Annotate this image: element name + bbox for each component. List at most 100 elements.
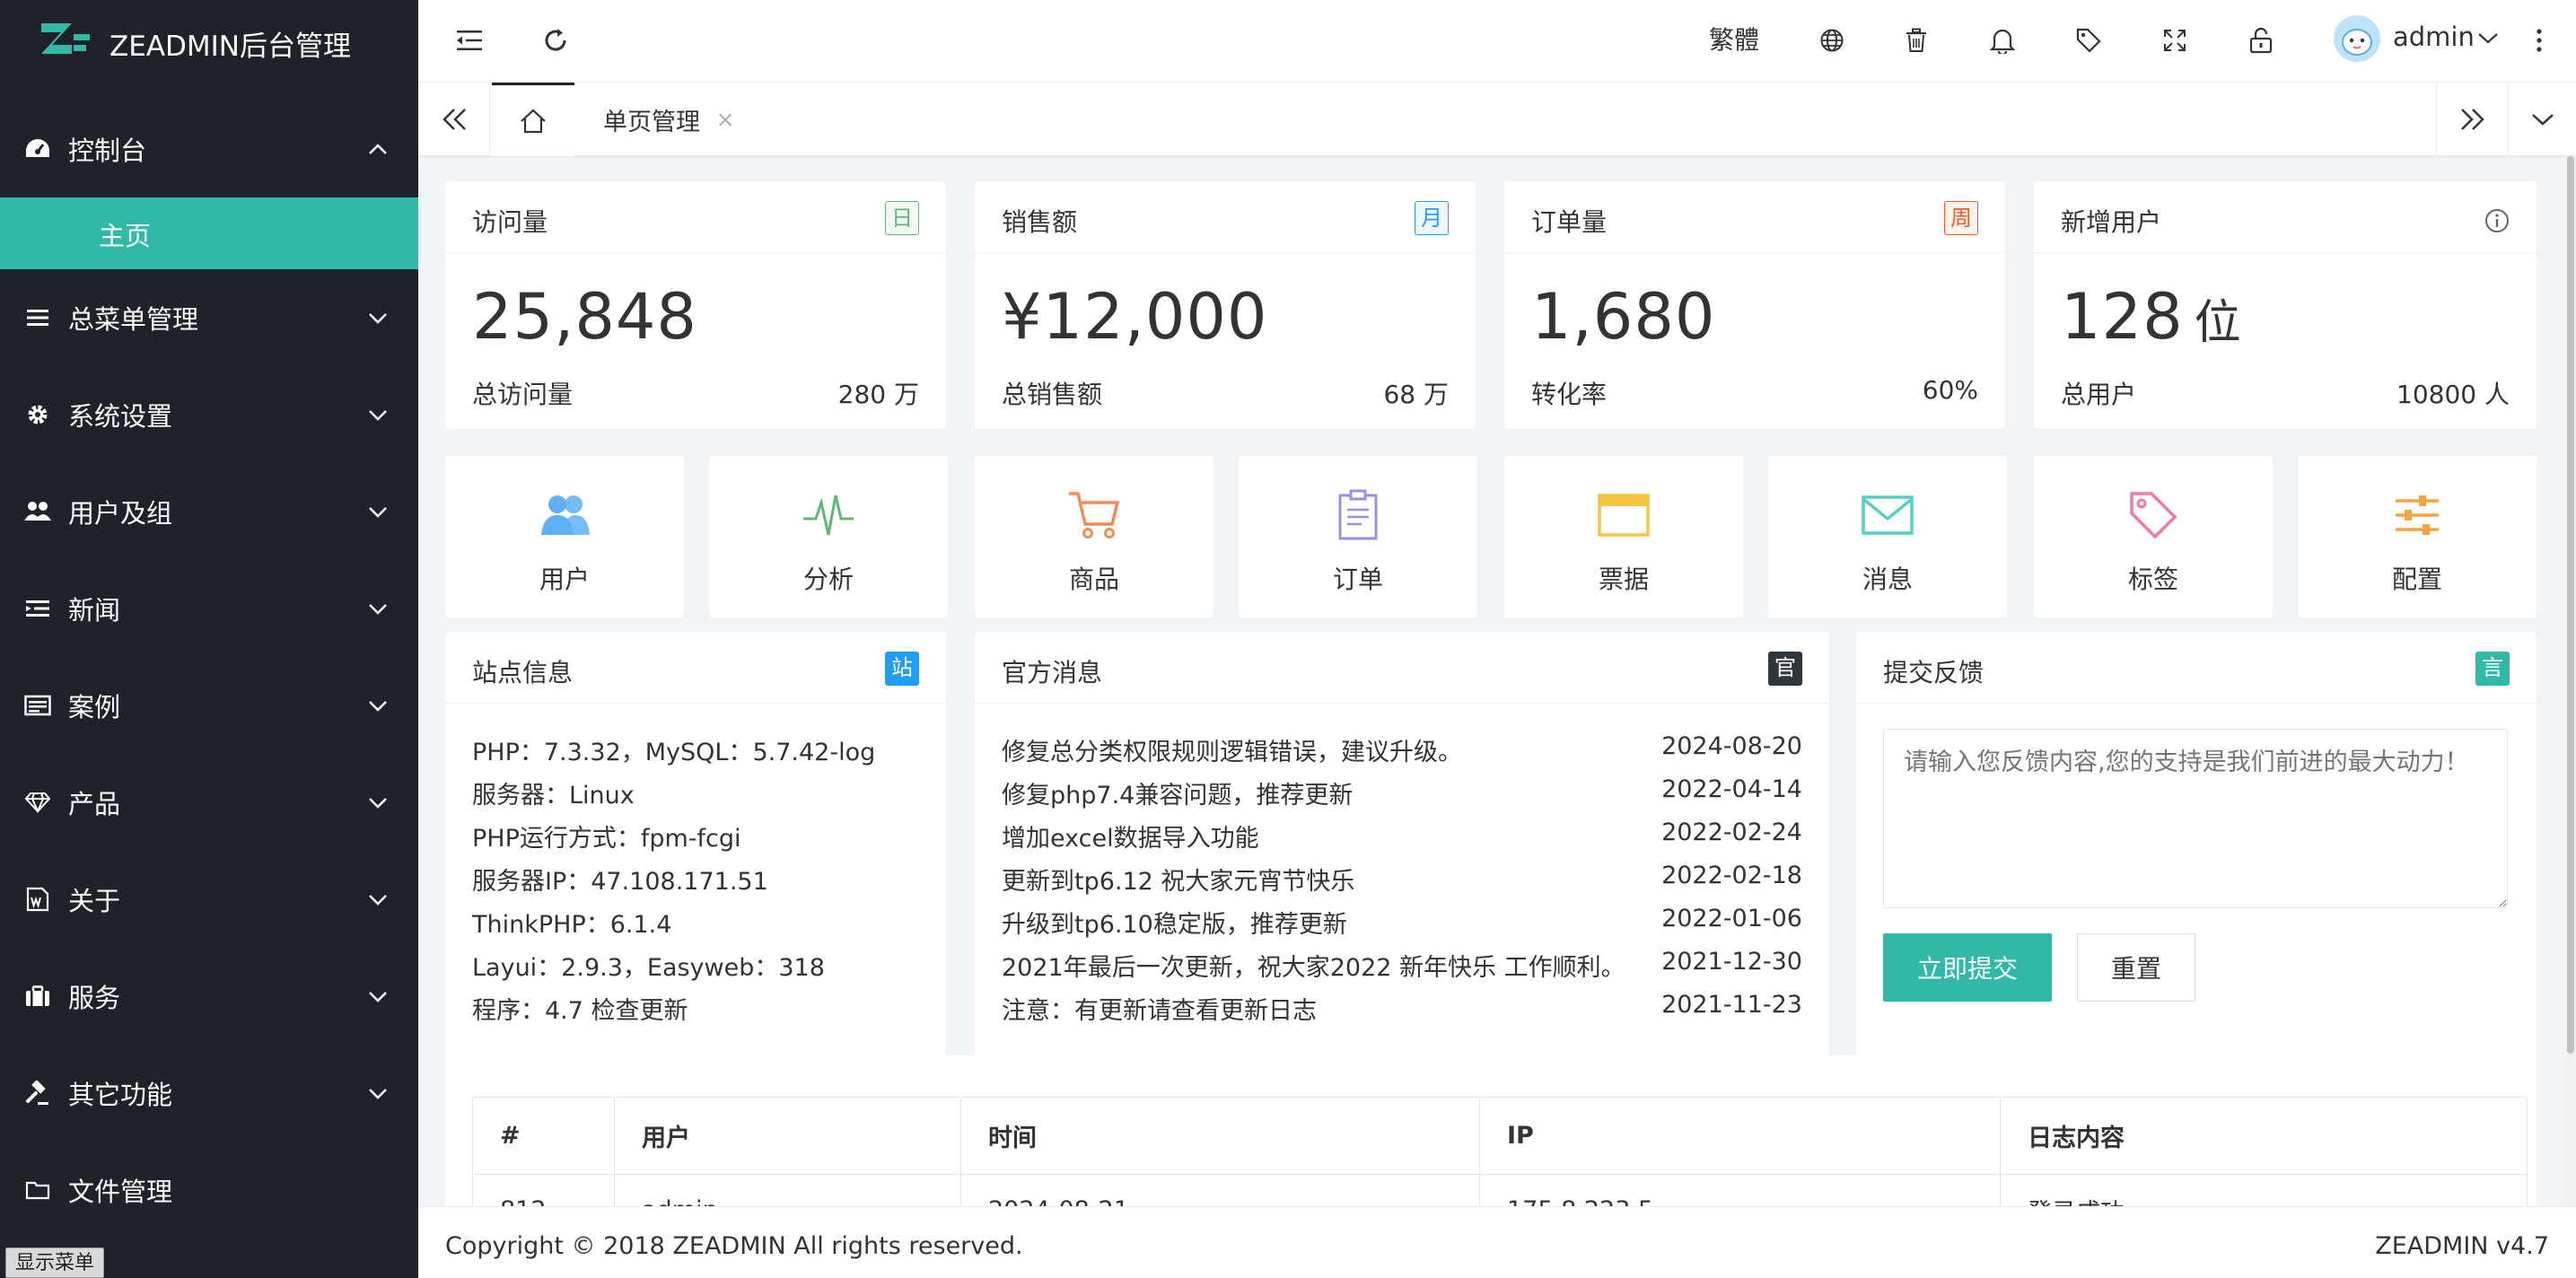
feedback-textarea[interactable] bbox=[1883, 729, 2508, 908]
home-icon bbox=[521, 109, 546, 133]
shortcut-analysis[interactable]: 分析 bbox=[709, 456, 948, 617]
sidebar-item-other[interactable]: 其它功能 bbox=[0, 1045, 418, 1142]
news-icon bbox=[23, 594, 52, 623]
news-item[interactable]: 注意：有更新请查看更新日志 2021-11-23 bbox=[1002, 991, 1802, 1026]
stat-card-visits: 访问量 日 25,848 总访问量 280 万 bbox=[445, 181, 946, 429]
news-text: 修复php7.4兼容问题，推荐更新 bbox=[1002, 782, 1354, 810]
shortcut-users[interactable]: 用户 bbox=[445, 456, 684, 617]
check-update-link[interactable]: 检查更新 bbox=[591, 997, 688, 1025]
close-icon[interactable]: × bbox=[716, 107, 734, 132]
tabs-dropdown-button[interactable] bbox=[2508, 83, 2576, 156]
refresh-icon[interactable] bbox=[535, 20, 576, 61]
stat-card-orders: 订单量 周 1,680 转化率 60% bbox=[1504, 181, 2005, 429]
shortcut-label: 订单 bbox=[1332, 565, 1383, 594]
column-header[interactable]: 时间 bbox=[960, 1097, 1480, 1175]
news-item[interactable]: 更新到tp6.12 祝大家元宵节快乐 2022-02-18 bbox=[1002, 862, 1802, 897]
shortcut-tags[interactable]: 标签 bbox=[2034, 456, 2273, 617]
sidebar-item-users[interactable]: 用户及组 bbox=[0, 463, 418, 560]
card-title: 销售额 bbox=[1002, 207, 1078, 237]
chevron-down-icon bbox=[369, 313, 387, 324]
sidebar-item-label: 案例 bbox=[68, 692, 121, 722]
sidebar-item-dashboard[interactable]: 控制台 bbox=[0, 101, 418, 197]
news-item[interactable]: 增加excel数据导入功能 2022-02-24 bbox=[1002, 818, 1802, 853]
column-header[interactable]: 用户 bbox=[614, 1097, 961, 1175]
trash-icon[interactable] bbox=[1896, 20, 1937, 61]
shortcut-label: 商品 bbox=[1068, 565, 1119, 594]
shortcut-bills[interactable]: 票据 bbox=[1504, 456, 1743, 617]
globe-icon[interactable] bbox=[1811, 20, 1853, 61]
scrollbar-thumb[interactable] bbox=[2567, 156, 2574, 1054]
table-row[interactable]: 812 admin 2024-08-21 175.8.223.5 登录成功。 bbox=[472, 1174, 2528, 1206]
news-item[interactable]: 升级到tp6.10稳定版，推荐更新 2022-01-06 bbox=[1002, 905, 1802, 940]
news-text: 更新到tp6.12 祝大家元宵节快乐 bbox=[1002, 868, 1355, 896]
stat-number: 128 bbox=[2061, 280, 2184, 354]
stat-unit: 位 bbox=[2194, 296, 2242, 350]
shortcut-label: 票据 bbox=[1598, 565, 1649, 594]
tab-bar: 单页管理 × bbox=[418, 83, 2576, 156]
tab-home[interactable] bbox=[492, 83, 574, 156]
news-item[interactable]: 2021年最后一次更新，祝大家2022 新年快乐 工作顺利。 2021-12-30 bbox=[1002, 948, 1802, 983]
lock-icon[interactable] bbox=[2240, 20, 2282, 61]
shortcut-messages[interactable]: 消息 bbox=[1768, 456, 2007, 617]
column-header[interactable]: # bbox=[472, 1097, 615, 1175]
chevron-down-icon bbox=[369, 895, 387, 906]
sidebar-item-cases[interactable]: 案例 bbox=[0, 657, 418, 754]
table-cell: 175.8.223.5 bbox=[1479, 1174, 2001, 1206]
submit-feedback-button[interactable]: 立即提交 bbox=[1883, 933, 2052, 1002]
reset-button[interactable]: 重置 bbox=[2077, 933, 2195, 1002]
fullscreen-icon[interactable] bbox=[2154, 20, 2195, 61]
shortcut-label: 配置 bbox=[2391, 565, 2442, 594]
gear-icon bbox=[23, 400, 52, 429]
stat-foot-label: 总访问量 bbox=[472, 380, 574, 409]
chevron-down-icon[interactable] bbox=[2477, 32, 2499, 45]
pulse-icon bbox=[803, 495, 854, 536]
card-header: 官方消息 官 bbox=[975, 632, 1829, 704]
shortcut-orders[interactable]: 订单 bbox=[1239, 456, 1477, 617]
logo[interactable]: ZEADMIN后台管理 bbox=[0, 0, 418, 83]
sidebar-item-services[interactable]: 服务 bbox=[0, 948, 418, 1045]
list-icon bbox=[23, 303, 52, 332]
card-header: 销售额 月 bbox=[975, 181, 1476, 253]
news-text: 2021年最后一次更新，祝大家2022 新年快乐 工作顺利。 bbox=[1002, 954, 1625, 982]
shortcut-config[interactable]: 配置 bbox=[2298, 456, 2537, 617]
tab-page-manage[interactable]: 单页管理 × bbox=[574, 83, 763, 156]
stat-foot-value: 60% bbox=[1922, 375, 1978, 405]
sidebar-item-about[interactable]: 关于 bbox=[0, 851, 418, 948]
sidebar-subitem-home[interactable]: 主页 bbox=[0, 197, 418, 269]
sidebar-item-settings[interactable]: 系统设置 bbox=[0, 366, 418, 463]
shortcut-goods[interactable]: 商品 bbox=[975, 456, 1214, 617]
sidebar-item-menus[interactable]: 总菜单管理 bbox=[0, 269, 418, 366]
show-menu-button[interactable]: 显示菜单 bbox=[5, 1247, 105, 1278]
info-icon[interactable] bbox=[2484, 208, 2510, 233]
footer: Copyright © 2018 ZEADMIN All rights rese… bbox=[418, 1206, 2576, 1278]
gavel-icon bbox=[23, 1079, 52, 1107]
bell-icon[interactable] bbox=[1982, 20, 2023, 61]
sliders-icon bbox=[2396, 495, 2439, 535]
stat-value: 1,680 bbox=[1531, 280, 1716, 354]
avatar[interactable] bbox=[2334, 15, 2380, 62]
sidebar-item-products[interactable]: 产品 bbox=[0, 754, 418, 851]
sidebar-item-news[interactable]: 新闻 bbox=[0, 560, 418, 657]
language-switch[interactable]: 繁體 bbox=[1709, 21, 1759, 57]
tag-icon[interactable] bbox=[2068, 20, 2109, 61]
sidebar-item-label: 系统设置 bbox=[68, 401, 173, 432]
column-header[interactable]: 日志内容 bbox=[2000, 1097, 2528, 1175]
news-item[interactable]: 修复总分类权限规则逻辑错误，建议升级。 2024-08-20 bbox=[1002, 732, 1802, 767]
news-item[interactable]: 修复php7.4兼容问题，推荐更新 2022-04-14 bbox=[1002, 775, 1802, 810]
info-line: PHP：7.3.32，MySQL：5.7.42-log bbox=[472, 739, 876, 766]
more-vertical-icon[interactable] bbox=[2519, 20, 2560, 61]
case-icon bbox=[23, 691, 52, 720]
card-title: 站点信息 bbox=[472, 658, 574, 687]
sidebar-item-label: 产品 bbox=[68, 789, 121, 819]
sidebar-item-label: 控制台 bbox=[68, 136, 147, 166]
collapse-sidebar-icon[interactable] bbox=[449, 20, 490, 61]
sidebar: ZEADMIN后台管理 控制台 主页 总菜单管理 系统设置 用户及组 新闻 案例… bbox=[0, 0, 418, 1278]
tabs-scroll-right-button[interactable] bbox=[2436, 83, 2508, 156]
tabs-scroll-left-button[interactable] bbox=[418, 83, 490, 156]
table-cell: admin bbox=[614, 1174, 961, 1206]
column-header[interactable]: IP bbox=[1479, 1097, 2001, 1175]
scrollbar[interactable] bbox=[2565, 156, 2576, 1206]
username[interactable]: admin bbox=[2393, 22, 2475, 52]
sidebar-item-files[interactable]: 文件管理 bbox=[0, 1142, 418, 1239]
version-label: 程序：4.7 bbox=[472, 997, 583, 1025]
